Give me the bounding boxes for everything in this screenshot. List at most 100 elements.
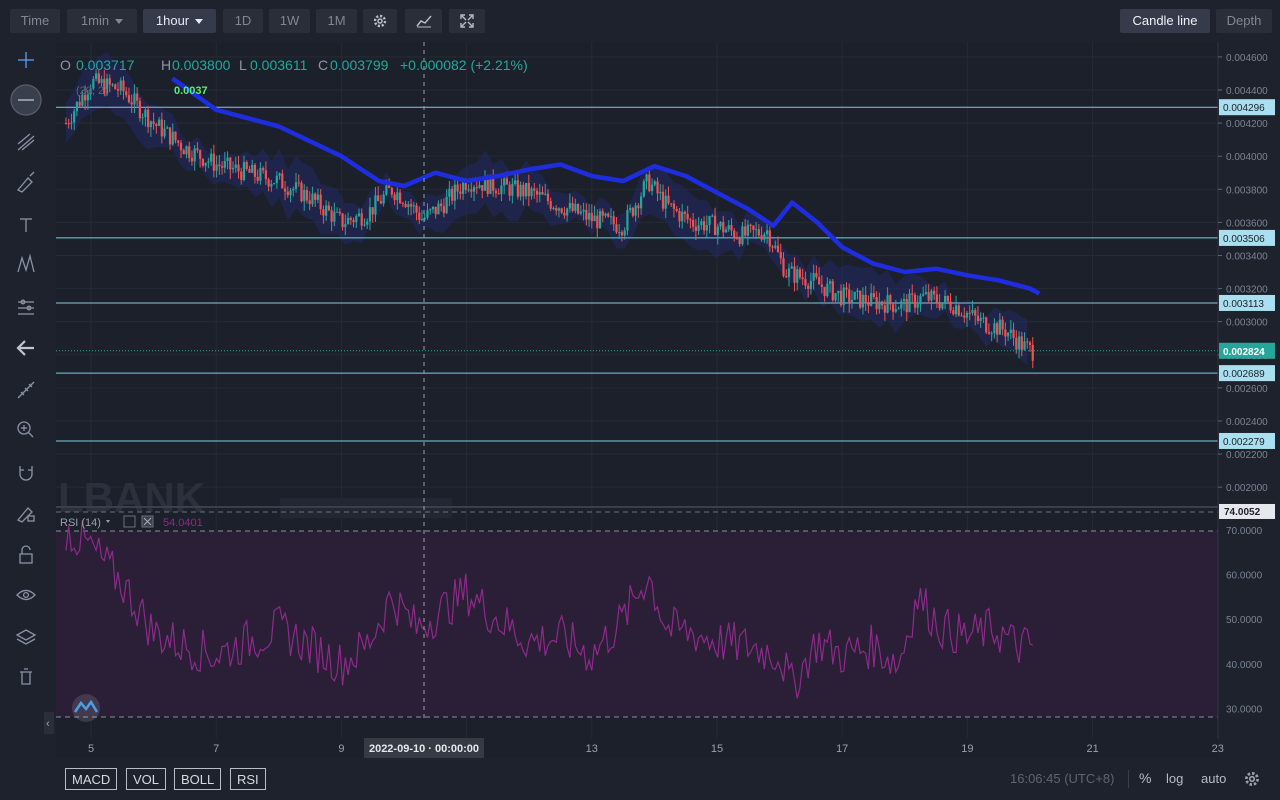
- candle-body: [388, 185, 391, 188]
- candle-body: [171, 131, 174, 145]
- crosshair-icon[interactable]: [18, 52, 34, 68]
- candle-line-button[interactable]: Candle line: [1120, 9, 1210, 33]
- candle-body: [681, 211, 684, 222]
- candle-body: [94, 73, 98, 79]
- interval-1hour-dropdown[interactable]: 1hour: [143, 9, 216, 33]
- candle-body: [733, 230, 736, 238]
- line-icon[interactable]: [10, 84, 42, 116]
- candle-body: [976, 315, 980, 321]
- candle-body: [138, 100, 142, 119]
- sidebar-icons: [10, 52, 42, 685]
- pattern-icon[interactable]: [17, 253, 35, 273]
- interval-1min-dropdown[interactable]: 1min: [67, 9, 137, 33]
- chevron-down-icon: [115, 19, 124, 25]
- time-tick-label: 9: [338, 743, 344, 755]
- rsi-button[interactable]: RSI: [230, 768, 266, 790]
- chevron-down-icon[interactable]: [106, 520, 110, 523]
- candle-body: [144, 109, 147, 118]
- candle-body: [735, 237, 739, 239]
- layers-icon[interactable]: [15, 629, 37, 645]
- trash-icon[interactable]: [20, 668, 32, 685]
- candle-body: [826, 283, 829, 296]
- interval-1w-button[interactable]: 1W: [269, 9, 310, 33]
- price-chart[interactable]: LBANK RSI (14) 54.0401 O 0.003717 H 0.00…: [44, 42, 1280, 758]
- candle-body: [289, 190, 292, 196]
- gear-icon[interactable]: [1243, 770, 1261, 788]
- pencil-lock-icon[interactable]: [16, 507, 35, 523]
- candle-body: [215, 164, 218, 171]
- candle-body: [579, 211, 582, 214]
- candle-body: [979, 317, 982, 321]
- rsi-axis: 70.0000 60.0000 50.0000 40.0000 30.0000 74.00…: [1219, 503, 1275, 716]
- chart-area[interactable]: LBANK RSI (14) 54.0401 O 0.003717 H 0.00…: [44, 42, 1275, 758]
- time-tick-label: 23: [1212, 743, 1224, 755]
- candle-body: [519, 184, 522, 197]
- crosshair-date-label: 2022-09-10 · 00:00:00: [369, 743, 479, 755]
- log-button[interactable]: log: [1166, 771, 1183, 786]
- candle-body: [785, 276, 788, 278]
- candle-body: [590, 212, 593, 222]
- text-icon[interactable]: [20, 218, 32, 232]
- candle-body: [168, 127, 172, 145]
- candle-body: [631, 207, 634, 216]
- boll-legend-label: (20, 2): [76, 85, 108, 97]
- auto-button[interactable]: auto: [1201, 771, 1226, 786]
- price-tick-label: 0.004200: [1226, 119, 1268, 130]
- percent-button[interactable]: %: [1139, 770, 1151, 786]
- candle-body: [185, 146, 188, 155]
- eye-icon[interactable]: [16, 589, 36, 601]
- candle-body: [881, 301, 884, 306]
- candle-body: [1023, 341, 1026, 350]
- candle-body: [401, 203, 404, 205]
- candle-body: [859, 290, 862, 308]
- rsi-overbought-band: [56, 531, 1218, 717]
- fib-icon[interactable]: [17, 133, 35, 151]
- zoom-icon[interactable]: [17, 421, 34, 438]
- depth-button[interactable]: Depth: [1216, 9, 1272, 33]
- fullscreen-button[interactable]: [449, 9, 485, 33]
- candle-body: [294, 182, 298, 189]
- ruler-icon[interactable]: [17, 381, 35, 399]
- candle-body: [848, 289, 851, 303]
- interval-1m-button[interactable]: 1M: [316, 9, 357, 33]
- candle-body: [922, 293, 925, 296]
- indicator-button[interactable]: [405, 9, 442, 33]
- candle-body: [303, 190, 306, 202]
- candle-body: [919, 295, 922, 305]
- interval-1d-button[interactable]: 1D: [223, 9, 263, 33]
- candle-body: [242, 162, 246, 180]
- candle-body: [834, 293, 837, 301]
- candle-body: [352, 220, 355, 223]
- vol-button[interactable]: VOL: [126, 768, 167, 790]
- candle-body: [692, 220, 695, 227]
- settings-button[interactable]: [363, 9, 397, 33]
- candle-body: [902, 298, 906, 302]
- candle-body: [823, 286, 826, 296]
- candle-body: [434, 206, 437, 215]
- boll-button[interactable]: BOLL: [174, 768, 222, 790]
- candle-body: [407, 204, 410, 208]
- candle-body: [199, 150, 202, 159]
- candle-body: [963, 315, 966, 318]
- magnet-icon[interactable]: [19, 466, 33, 481]
- candle-body: [798, 269, 802, 278]
- candle-body: [639, 196, 643, 209]
- macd-button[interactable]: MACD: [65, 768, 118, 790]
- time-button[interactable]: Time: [10, 9, 60, 33]
- candle-body: [357, 213, 361, 217]
- candle-body: [878, 301, 881, 310]
- candle-body: [155, 123, 158, 126]
- candle-body: [883, 305, 886, 313]
- candle-body: [620, 232, 624, 236]
- back-arrow-icon[interactable]: [16, 340, 34, 356]
- top-toolbar: Time 1min 1hour 1D 1W 1M Candle line Dep…: [0, 0, 1280, 42]
- candle-body: [661, 191, 665, 209]
- brush-icon[interactable]: [16, 171, 35, 193]
- candle-body: [686, 213, 689, 220]
- lock-icon[interactable]: [19, 545, 33, 564]
- chevron-left-icon[interactable]: ‹: [46, 718, 50, 730]
- candle-body: [133, 93, 136, 105]
- measure-icon[interactable]: [18, 299, 34, 315]
- candle-body: [346, 217, 350, 225]
- candle-body: [998, 319, 1001, 335]
